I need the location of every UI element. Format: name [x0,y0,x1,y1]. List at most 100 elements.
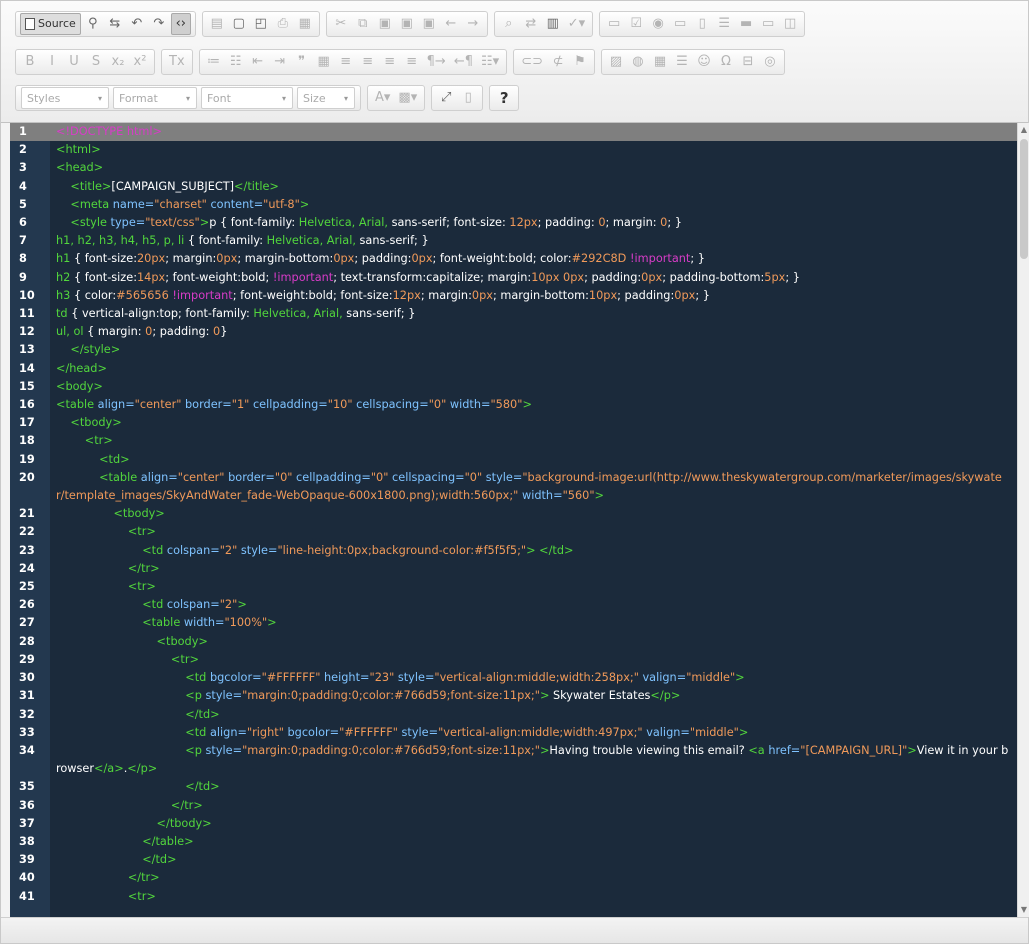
blockquote-icon[interactable]: ❞ [292,51,312,73]
code-text[interactable]: <tbody> [50,633,1017,651]
code-text[interactable]: </td> [50,706,1017,724]
styles-combo[interactable]: Styles ▾ [21,87,109,109]
code-line[interactable]: 3 <head> [10,159,1017,177]
code-text[interactable]: <!DOCTYPE html> [50,123,1017,141]
code-line[interactable]: 16 <table align="center" border="1" cellp… [10,396,1017,414]
code-text[interactable]: </tr> [50,797,1017,815]
code-line[interactable]: 22 <tr> [10,523,1017,541]
maximize-icon[interactable]: ⤢ [436,87,456,109]
code-line[interactable]: 17 <tbody> [10,414,1017,432]
code-line[interactable]: 1 <!DOCTYPE html> [10,123,1017,142]
hline-icon[interactable]: ☰ [672,51,692,73]
code-text[interactable]: <body> [50,378,1017,396]
code-line[interactable]: 41 <tr> [10,888,1017,906]
paste-word-icon[interactable]: ▣ [419,13,439,35]
redo-2-icon[interactable]: → [463,13,483,35]
code-line[interactable]: 14 </head> [10,360,1017,378]
templates-icon[interactable]: ▦ [295,13,315,35]
paste-text-icon[interactable]: ▣ [397,13,417,35]
print-icon[interactable]: ⎙ [273,13,293,35]
copy-icon[interactable]: ⧉ [353,13,373,35]
code-line[interactable]: 11 td { vertical-align:top; font-family: … [10,305,1017,323]
size-combo[interactable]: Size ▾ [297,87,355,109]
hiddenfield-icon[interactable]: ◫ [780,13,800,35]
image-icon[interactable]: ▨ [606,51,626,73]
align-right-icon[interactable]: ≡ [380,51,400,73]
code-text[interactable]: <tr> [50,578,1017,596]
code-line[interactable]: 2 <html> [10,141,1017,159]
code-line[interactable]: 25 <tr> [10,578,1017,596]
code-text[interactable]: h3 { color:#565656 !important; font-weig… [50,287,1017,305]
code-text[interactable]: <table align="center" border="0" cellpad… [50,469,1017,505]
smiley-icon[interactable]: ☺ [694,51,714,73]
code-line[interactable]: 26 <td colspan="2"> [10,596,1017,614]
preview-icon[interactable]: ◰ [251,13,271,35]
code-line[interactable]: 7 h1, h2, h3, h4, h5, p, li { font-family… [10,232,1017,250]
code-text[interactable]: </style> [50,341,1017,359]
code-text[interactable]: ul, ol { margin: 0; padding: 0} [50,323,1017,341]
code-text[interactable]: <p style="margin:0;padding:0;color:#766d… [50,687,1017,705]
source-code-area[interactable]: 1 <!DOCTYPE html> 2 <html> 3 <head> 4 <title>[… [10,123,1017,917]
code-text[interactable]: </td> [50,778,1017,796]
code-line[interactable]: 6 <style type="text/css">p { font-family… [10,214,1017,232]
select-icon[interactable]: ☰ [714,13,734,35]
code-line[interactable]: 32 </td> [10,706,1017,724]
code-line[interactable]: 13 </style> [10,341,1017,359]
textfield-icon[interactable]: ▭ [670,13,690,35]
code-line[interactable]: 31 <p style="margin:0;padding:0;color:#7… [10,687,1017,705]
bold-icon[interactable]: B [20,51,40,73]
align-center-icon[interactable]: ≡ [358,51,378,73]
code-text[interactable]: <tr> [50,523,1017,541]
code-text[interactable]: </tr> [50,869,1017,887]
creatediv-icon[interactable]: ▦ [314,51,334,73]
code-line[interactable]: 9 h2 { font-size:14px; font-weight:bold; … [10,269,1017,287]
checkbox-icon[interactable]: ☑ [626,13,646,35]
numberedlist-icon[interactable]: ≔ [204,51,224,73]
code-line[interactable]: 27 <table width="100%"> [10,614,1017,632]
code-text[interactable]: </tr> [50,560,1017,578]
iframe-icon[interactable]: ◎ [760,51,780,73]
paste-icon[interactable]: ▣ [375,13,395,35]
code-text[interactable]: <title>[CAMPAIGN_SUBJECT]</title> [50,178,1017,196]
code-line[interactable]: 23 <td colspan="2" style="line-height:0p… [10,542,1017,560]
replace-icon[interactable]: ⇆ [105,13,125,35]
new-page-icon[interactable]: ▢ [229,13,249,35]
code-text[interactable]: <p style="margin:0;padding:0;color:#766d… [50,742,1017,778]
code-text[interactable]: <html> [50,141,1017,159]
code-text[interactable]: <head> [50,159,1017,177]
form-icon[interactable]: ▭ [604,13,624,35]
bulletedlist-icon[interactable]: ☷ [226,51,246,73]
code-text[interactable]: <td bgcolor="#FFFFFF" height="23" style=… [50,669,1017,687]
code-text[interactable]: <td align="right" bgcolor="#FFFFFF" styl… [50,724,1017,742]
code-text[interactable]: <meta name="charset" content="utf-8"> [50,196,1017,214]
code-text[interactable]: </head> [50,360,1017,378]
code-line[interactable]: 38 </table> [10,833,1017,851]
code-line[interactable]: 29 <tr> [10,651,1017,669]
code-text[interactable]: <tr> [50,651,1017,669]
showblocks-icon[interactable]: ▯ [458,87,478,109]
code-line[interactable]: 18 <tr> [10,432,1017,450]
find-icon[interactable]: ⚲ [83,13,103,35]
code-line[interactable]: 20 <table align="center" border="0" cell… [10,469,1017,505]
outdent-icon[interactable]: ⇤ [248,51,268,73]
vertical-scrollbar[interactable]: ▲ ▼ [1017,123,1029,917]
superscript-icon[interactable]: x² [130,51,150,73]
code-line[interactable]: 35 </td> [10,778,1017,796]
code-line[interactable]: 24 </tr> [10,560,1017,578]
code-line[interactable]: 8 h1 { font-size:20px; margin:0px; margin… [10,250,1017,268]
code-line[interactable]: 28 <tbody> [10,633,1017,651]
spellcheck-icon[interactable]: ✓▾ [565,13,588,35]
code-text[interactable]: h2 { font-size:14px; font-weight:bold; !… [50,269,1017,287]
code-text[interactable]: <table align="center" border="1" cellpad… [50,396,1017,414]
undo-icon[interactable]: ↶ [127,13,147,35]
strike-icon[interactable]: S [86,51,106,73]
code-line[interactable]: 21 <tbody> [10,505,1017,523]
code-line[interactable]: 37 </tbody> [10,815,1017,833]
scroll-down-icon[interactable]: ▼ [1018,903,1029,917]
replace-2-icon[interactable]: ⇄ [521,13,541,35]
scrollbar-thumb[interactable] [1020,139,1028,259]
unlink-icon[interactable]: ⊄ [548,51,568,73]
code-text[interactable]: <tbody> [50,505,1017,523]
html-icon[interactable]: ‹› [170,13,191,35]
pagebreak-icon[interactable]: ⊟ [738,51,758,73]
